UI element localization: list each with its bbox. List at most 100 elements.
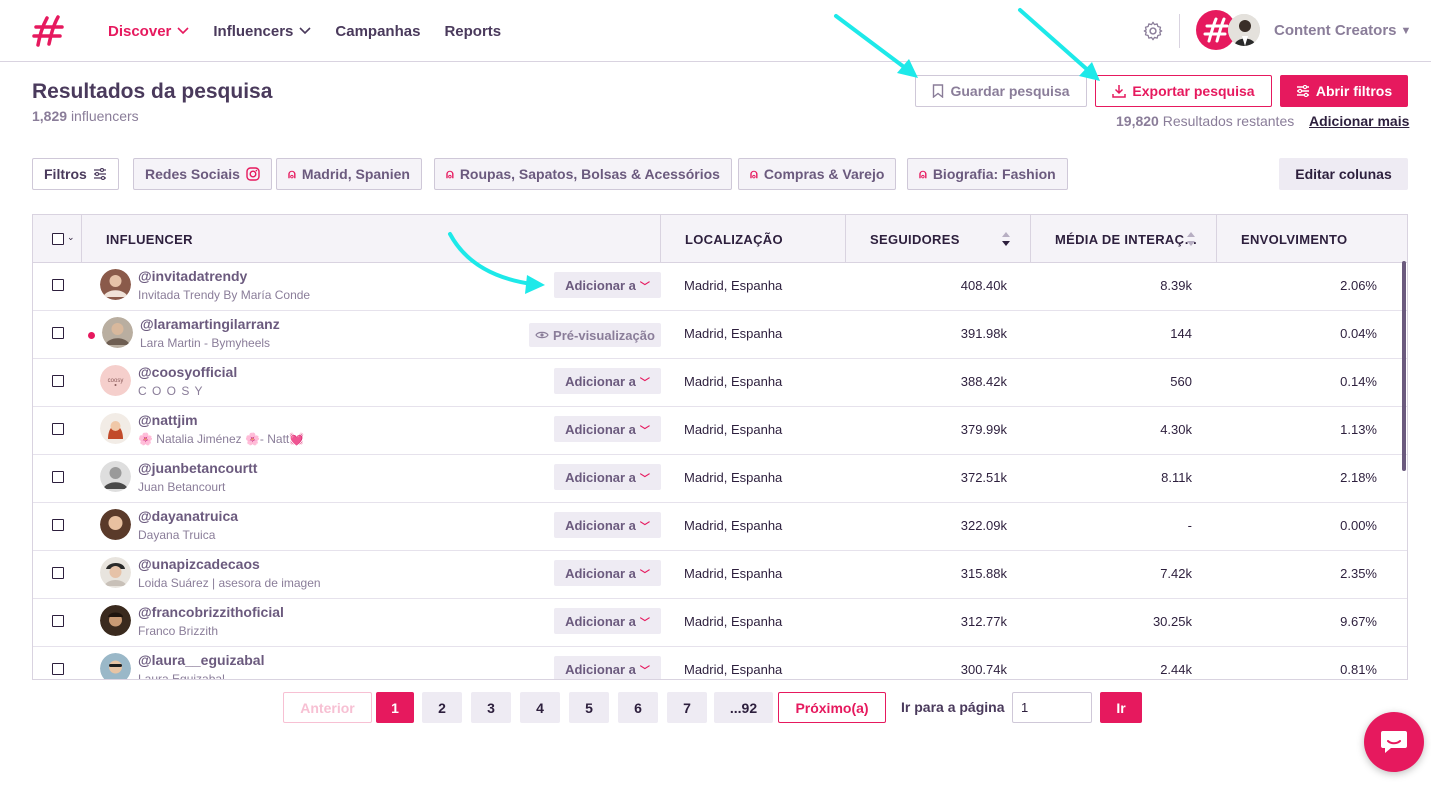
remaining-count: 19,820: [1116, 113, 1159, 129]
add-more-link[interactable]: Adicionar mais: [1309, 113, 1409, 129]
chat-bubble-icon: [1381, 731, 1407, 753]
avatar[interactable]: [100, 509, 131, 540]
influencers-table: ⌄ INFLUENCER LOCALIZAÇÃO SEGUIDORES MÉDI…: [32, 214, 1408, 680]
nav-discover[interactable]: Discover: [108, 23, 189, 40]
chat-widget-button[interactable]: [1364, 712, 1424, 772]
engagement-cell: 0.14%: [1340, 374, 1377, 389]
influencer-handle[interactable]: @francobrizzithoficial: [138, 604, 284, 620]
add-to-list-button[interactable]: Adicionar a ﹀: [554, 512, 661, 538]
column-avg-interactions[interactable]: MÉDIA DE INTERAÇ…: [1055, 215, 1198, 263]
avatar[interactable]: [102, 317, 133, 348]
page-button-2[interactable]: 2: [422, 692, 462, 723]
avatar[interactable]: [100, 605, 131, 636]
avatar[interactable]: [100, 557, 131, 588]
chevron-down-icon: [299, 27, 311, 35]
chip-social-networks[interactable]: Redes Sociais: [133, 158, 272, 190]
row-checkbox[interactable]: [52, 471, 64, 483]
chip-category-shopping[interactable]: ⍝ Compras & Varejo: [738, 158, 897, 190]
row-checkbox[interactable]: [52, 375, 64, 387]
table-row[interactable]: @nattjim 🌸 Natalia Jiménez 🌸- Natt💓 Adic…: [33, 407, 1407, 455]
add-to-list-button[interactable]: Adicionar a ﹀: [554, 272, 661, 298]
page-button-5[interactable]: 5: [569, 692, 609, 723]
followers-cell: 408.40k: [960, 278, 1007, 293]
location-cell: Madrid, Espanha: [684, 374, 783, 389]
table-row[interactable]: @laramartingilarranz Lara Martin - Bymyh…: [33, 311, 1407, 359]
sort-desc-icon[interactable]: [1000, 230, 1012, 248]
goto-page-button[interactable]: Ir: [1100, 692, 1142, 723]
add-to-list-button[interactable]: Adicionar a ﹀: [554, 656, 661, 679]
page-button-last[interactable]: ...92: [714, 692, 773, 723]
followers-cell: 391.98k: [960, 326, 1007, 341]
preview-button[interactable]: Pré-visualização: [529, 323, 661, 347]
table-row[interactable]: @juanbetancourtt Juan Betancourt Adicion…: [33, 455, 1407, 503]
avatar[interactable]: [100, 269, 131, 300]
save-search-button[interactable]: Guardar pesquisa: [915, 75, 1087, 107]
influencer-handle[interactable]: @unapizcadecaos: [138, 556, 260, 572]
table-row[interactable]: @laura__eguizabal Laura Eguizabal Adicio…: [33, 647, 1407, 680]
influencer-name: 🌸 Natalia Jiménez 🌸- Natt💓: [138, 432, 305, 446]
goto-page-input[interactable]: [1012, 692, 1092, 723]
page-button-6[interactable]: 6: [618, 692, 658, 723]
row-checkbox[interactable]: [52, 279, 64, 291]
open-filters-button[interactable]: Abrir filtros: [1280, 75, 1408, 107]
page-button-7[interactable]: 7: [667, 692, 707, 723]
chevron-down-icon[interactable]: ⌄: [67, 232, 75, 243]
row-checkbox[interactable]: [52, 663, 64, 675]
table-row[interactable]: @invitadatrendy Invitada Trendy By María…: [33, 263, 1407, 311]
table-row[interactable]: @unapizcadecaos Loida Suárez | asesora d…: [33, 551, 1407, 599]
influencer-handle[interactable]: @laura__eguizabal: [138, 652, 264, 668]
add-to-list-button[interactable]: Adicionar a ﹀: [554, 560, 661, 586]
add-to-list-button[interactable]: Adicionar a ﹀: [554, 368, 661, 394]
page-button-1[interactable]: 1: [376, 692, 414, 723]
chevron-down-icon: ﹀: [639, 377, 650, 389]
table-row[interactable]: @dayanatruica Dayana Truica Adicionar a ﹀…: [33, 503, 1407, 551]
row-checkbox[interactable]: [52, 615, 64, 627]
influencer-handle[interactable]: @laramartingilarranz: [140, 316, 280, 332]
gear-icon[interactable]: [1142, 20, 1164, 42]
page-button-3[interactable]: 3: [471, 692, 511, 723]
influencer-handle[interactable]: @juanbetancourtt: [138, 460, 257, 476]
avatar[interactable]: [100, 653, 131, 680]
user-avatar[interactable]: [1228, 14, 1260, 46]
chip-category-clothing[interactable]: ⍝ Roupas, Sapatos, Bolsas & Acessórios: [434, 158, 732, 190]
nav-influencers[interactable]: Influencers: [213, 23, 311, 40]
caret-down-icon: ▼: [1400, 24, 1412, 37]
next-page-button[interactable]: Próximo(a): [778, 692, 886, 723]
add-to-list-button[interactable]: Adicionar a ﹀: [554, 464, 661, 490]
location-cell: Madrid, Espanha: [684, 662, 783, 677]
engagement-cell: 0.81%: [1340, 662, 1377, 677]
edit-columns-button[interactable]: Editar colunas: [1279, 158, 1408, 190]
avatar[interactable]: [100, 413, 131, 444]
brand-logo-icon[interactable]: [30, 13, 66, 49]
nav-reports[interactable]: Reports: [444, 23, 501, 40]
table-row[interactable]: @francobrizzithoficial Franco Brizzith A…: [33, 599, 1407, 647]
influencer-name: Juan Betancourt: [138, 480, 226, 494]
row-checkbox[interactable]: [52, 519, 64, 531]
influencer-handle[interactable]: @dayanatruica: [138, 508, 238, 524]
select-all-checkbox[interactable]: [52, 233, 64, 245]
location-cell: Madrid, Espanha: [684, 614, 783, 629]
influencer-handle[interactable]: @invitadatrendy: [138, 268, 247, 284]
previous-page-button[interactable]: Anterior: [283, 692, 372, 723]
account-switcher[interactable]: Content Creators ▼: [1274, 22, 1411, 39]
filters-chip[interactable]: Filtros: [32, 158, 119, 190]
add-to-label: Adicionar a: [565, 277, 636, 293]
add-to-list-button[interactable]: Adicionar a ﹀: [554, 608, 661, 634]
sort-icon[interactable]: [1185, 230, 1197, 248]
influencer-handle[interactable]: @nattjim: [138, 412, 198, 428]
avatar[interactable]: [100, 461, 131, 492]
avatar[interactable]: coosy: [100, 365, 131, 396]
chip-location[interactable]: ⍝ Madrid, Spanien: [276, 158, 422, 190]
export-search-button[interactable]: Exportar pesquisa: [1095, 75, 1272, 107]
page-button-4[interactable]: 4: [520, 692, 560, 723]
row-checkbox[interactable]: [52, 327, 64, 339]
nav-campanhas[interactable]: Campanhas: [335, 23, 420, 40]
table-scrollbar[interactable]: [1402, 261, 1406, 471]
row-checkbox[interactable]: [52, 567, 64, 579]
influencer-handle[interactable]: @coosyofficial: [138, 364, 237, 380]
row-checkbox[interactable]: [52, 423, 64, 435]
column-followers[interactable]: SEGUIDORES: [870, 215, 960, 263]
add-to-list-button[interactable]: Adicionar a ﹀: [554, 416, 661, 442]
table-row[interactable]: coosy @coosyofficial C O O S Y Adicionar…: [33, 359, 1407, 407]
chip-bio[interactable]: ⍝ Biografia: Fashion: [907, 158, 1068, 190]
